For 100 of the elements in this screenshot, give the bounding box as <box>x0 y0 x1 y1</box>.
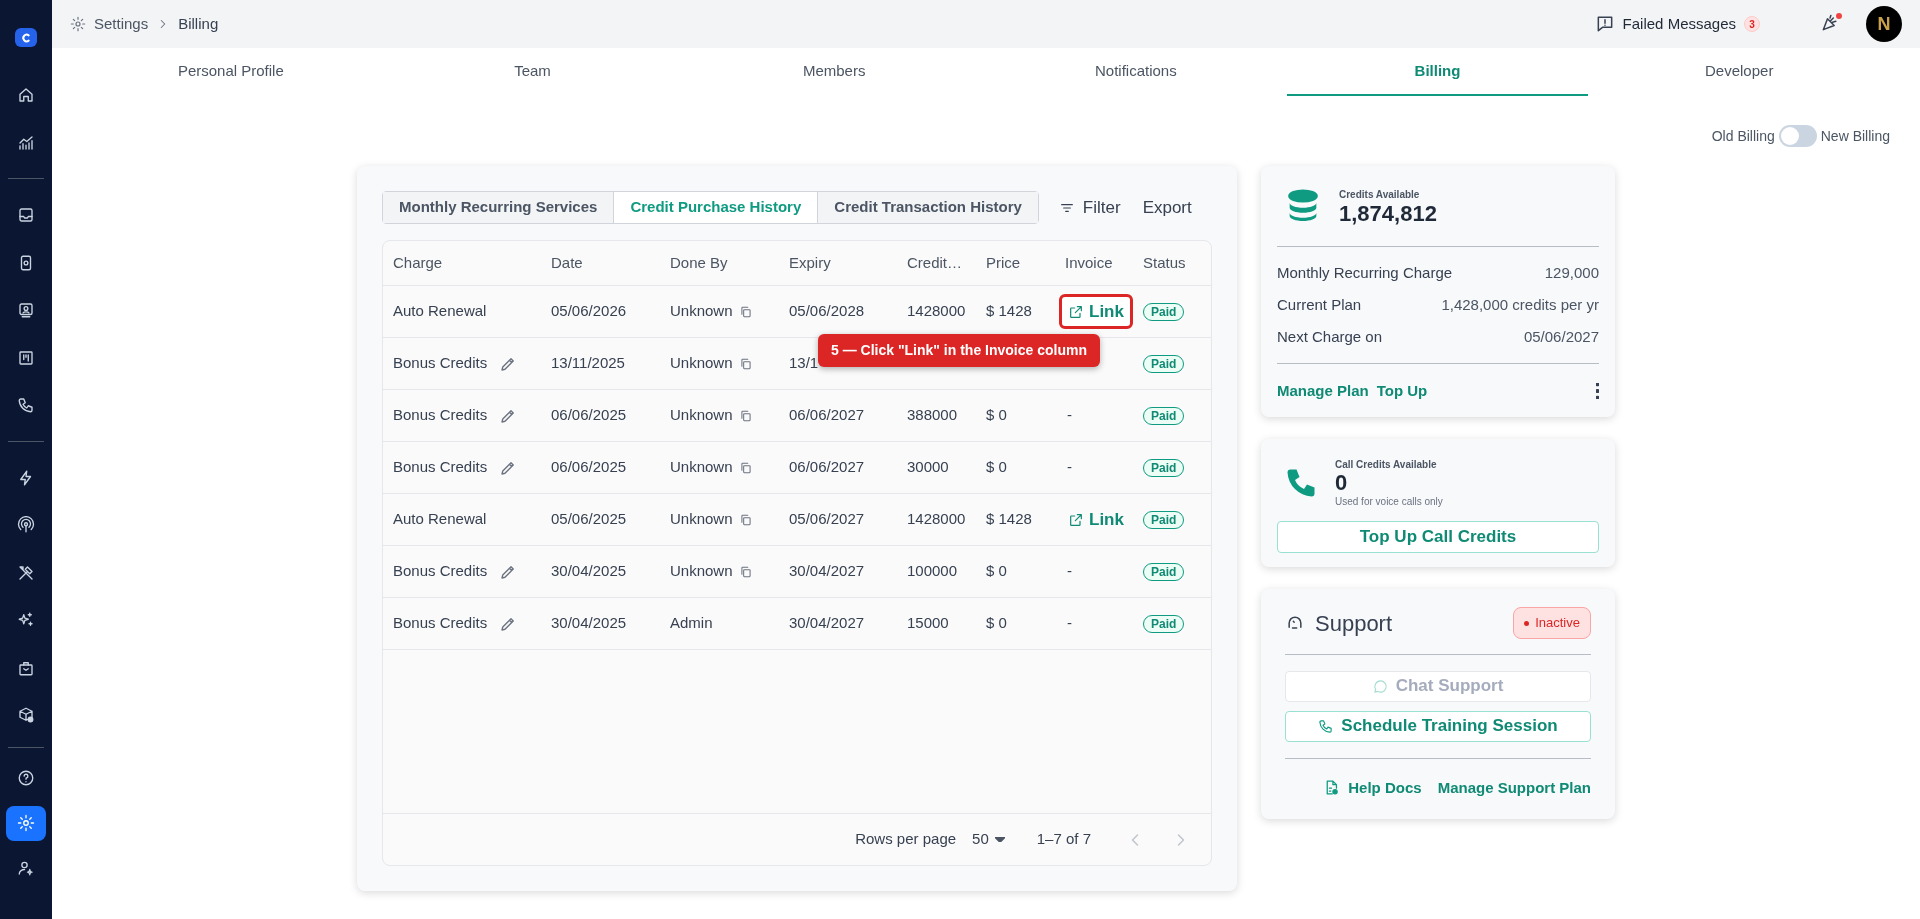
tab[interactable]: Team <box>381 48 684 96</box>
rows-per-page-label: Rows per page <box>855 829 957 850</box>
external-link-icon <box>1068 511 1084 528</box>
table-cell-text: 15000 <box>907 613 949 634</box>
rows-per-page-select[interactable]: 50 <box>972 828 1005 851</box>
schedule-training-button[interactable]: Schedule Training Session <box>1285 710 1591 742</box>
credits-value: 1,874,812 <box>1339 201 1437 226</box>
copy-button[interactable] <box>738 356 753 371</box>
copy-button[interactable] <box>738 512 753 527</box>
detail-label: Next Charge on <box>1277 326 1383 347</box>
avatar[interactable]: N <box>1866 6 1902 42</box>
phone-icon <box>1318 718 1334 734</box>
user-gear-icon <box>17 859 35 878</box>
top-up-call-credits-button[interactable]: Top Up Call Credits <box>1277 520 1599 553</box>
table-cell-text: 30/04/2025 <box>551 613 627 634</box>
table-cell-text: 06/06/2027 <box>789 457 865 478</box>
home-icon <box>17 86 35 105</box>
table-cell-text: Unknown <box>670 353 733 374</box>
table-cell-text: 1428000 <box>907 301 966 322</box>
table-cell-text: Bonus Credits <box>393 613 488 634</box>
column-header: Done By <box>670 253 728 271</box>
credits-label: Credits Available <box>1339 187 1421 202</box>
settings-nav-button[interactable] <box>6 805 46 841</box>
card-action-link[interactable]: Top Up <box>1376 380 1428 403</box>
tab[interactable]: Personal Profile <box>80 48 382 96</box>
page-range: 1–7 of 7 <box>1036 829 1091 850</box>
tab[interactable]: Members <box>683 48 985 96</box>
help-docs-link[interactable]: Help Docs <box>1323 776 1422 799</box>
billing-toggle[interactable] <box>1778 125 1817 147</box>
count-badge: 3 <box>1744 16 1760 32</box>
export-button[interactable]: Export <box>1142 194 1192 221</box>
table-cell-text: $ 0 <box>986 561 1007 582</box>
table-cell-text: Unknown <box>670 405 733 426</box>
table-cell-text: Unknown <box>670 561 733 582</box>
tab[interactable]: Monthly Recurring Services <box>383 192 614 223</box>
copy-button[interactable] <box>738 304 753 319</box>
table-cell-text: 30/04/2025 <box>551 561 627 582</box>
copy-button[interactable] <box>738 460 753 475</box>
table-cell-text: Auto Renewal <box>393 301 487 322</box>
tab[interactable]: Developer <box>1588 48 1891 96</box>
table-cell-text: Bonus Credits <box>393 561 488 582</box>
status-badge: Paid <box>1143 562 1185 581</box>
card-action-link[interactable]: Manage Plan <box>1277 380 1369 403</box>
table-cell-text: Unknown <box>670 301 733 322</box>
filter-button[interactable]: Filter <box>1058 194 1121 221</box>
table-cell-text: Bonus Credits <box>393 405 488 426</box>
external-link-icon <box>1068 303 1084 320</box>
status-badge: Paid <box>1143 458 1185 477</box>
table-cell-text: - <box>1066 613 1072 634</box>
table-cell-text: Bonus Credits <box>393 353 488 374</box>
table-cell-text: 05/06/2028 <box>789 301 865 322</box>
breadcrumb-link[interactable]: Settings <box>94 12 149 36</box>
logo-icon <box>15 28 37 48</box>
copy-button[interactable] <box>738 564 753 579</box>
detail-label: Monthly Recurring Charge <box>1277 262 1453 283</box>
table-cell-text: 05/06/2026 <box>551 301 627 322</box>
copy-icon <box>738 408 753 423</box>
status-badge: Paid <box>1143 302 1185 321</box>
table-cell-text: Auto Renewal <box>393 509 487 530</box>
copy-button[interactable] <box>738 408 753 423</box>
credits-label: Call Credits Available <box>1335 457 1438 472</box>
invoice-link[interactable]: Link <box>1059 501 1133 538</box>
caret-down-icon <box>994 837 1005 842</box>
tab[interactable]: Credit Transaction History <box>817 192 1038 223</box>
detail-value: 05/06/2027 <box>1523 326 1599 347</box>
tab[interactable]: Credit Purchase History <box>613 192 818 223</box>
manage-support-plan-link[interactable]: Manage Support Plan <box>1437 776 1591 799</box>
failed-messages-button[interactable]: Failed Messages <box>1594 12 1736 36</box>
detail-label: Current Plan <box>1277 294 1362 315</box>
help-icon <box>17 769 35 788</box>
breadcrumb-link[interactable]: Billing <box>178 12 219 36</box>
table-cell-text: 30000 <box>907 457 949 478</box>
copy-icon <box>738 512 753 527</box>
more-options-button[interactable] <box>1596 383 1599 400</box>
tools-icon <box>17 563 35 582</box>
table-cell-text: $ 0 <box>986 405 1007 426</box>
table-cell-text: 388000 <box>907 405 958 426</box>
invoice-link[interactable]: Link <box>1059 293 1133 330</box>
package-icon <box>17 706 35 725</box>
phone-icon <box>17 396 35 415</box>
column-header: Invoice <box>1065 253 1113 271</box>
status-badge: Paid <box>1143 406 1185 425</box>
credits-note: Used for voice calls only <box>1335 494 1443 509</box>
table-cell-text: - <box>1066 561 1072 582</box>
detail-value: 129,000 <box>1544 262 1599 283</box>
table-cell-text: $ 1428 <box>986 301 1032 322</box>
vertical-dots-icon <box>1596 383 1599 400</box>
copy-icon <box>738 356 753 371</box>
table-cell-text: 06/06/2027 <box>789 405 865 426</box>
tab[interactable]: Notifications <box>985 48 1287 96</box>
settings-icon <box>70 16 86 32</box>
copy-icon <box>738 564 753 579</box>
table-cell-text: $ 0 <box>986 457 1007 478</box>
inbox-icon <box>17 205 35 224</box>
status-badge: Inactive <box>1513 607 1591 639</box>
column-header: Credit… <box>907 253 962 271</box>
column-header: Date <box>551 253 583 271</box>
table-cell-text: 05/06/2025 <box>551 509 627 530</box>
table-cell-text: 100000 <box>907 561 958 582</box>
table-cell-text: Unknown <box>670 509 733 530</box>
